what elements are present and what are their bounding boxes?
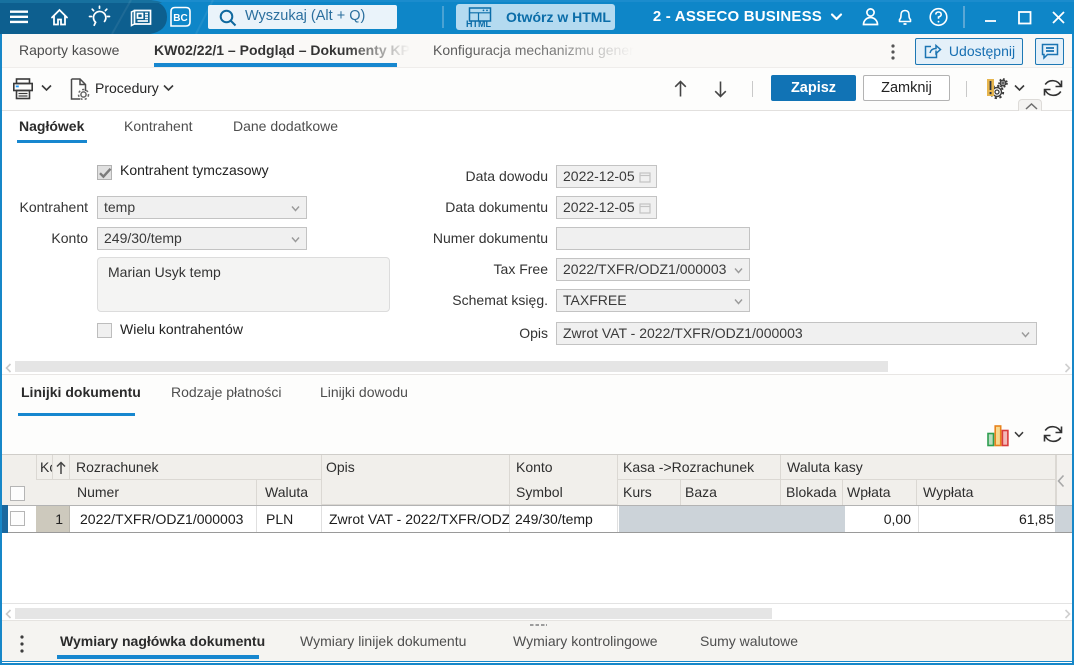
svg-text:HTML: HTML <box>466 19 491 28</box>
